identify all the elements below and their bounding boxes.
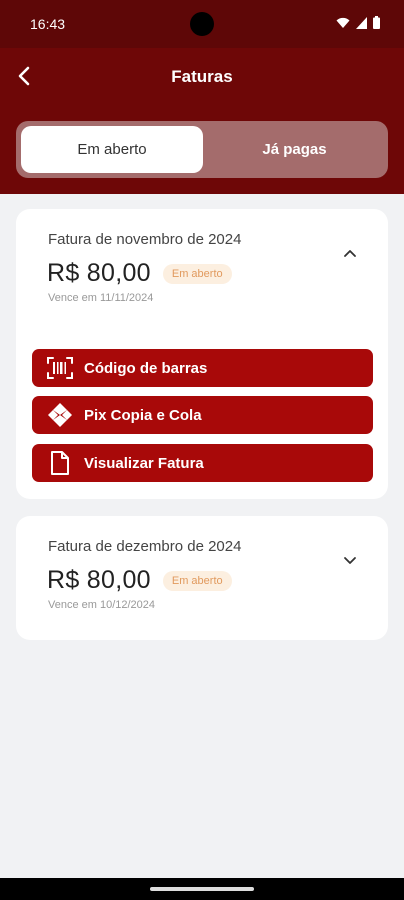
view-invoice-button[interactable]: Visualizar Fatura xyxy=(32,444,373,482)
tab-ja-pagas[interactable]: Já pagas xyxy=(206,126,383,173)
tab-em-aberto[interactable]: Em aberto xyxy=(21,126,203,173)
barcode-button[interactable]: Código de barras xyxy=(32,349,373,387)
camera-cutout xyxy=(190,12,214,36)
pix-button-label: Pix Copia e Cola xyxy=(84,406,202,424)
invoice-card: Fatura de novembro de 2024 R$ 80,00 Em a… xyxy=(16,209,388,499)
amount-row: R$ 80,00 Em aberto xyxy=(47,566,232,595)
status-badge: Em aberto xyxy=(162,263,232,284)
system-nav-bar xyxy=(0,878,404,900)
signal-icon xyxy=(356,16,367,29)
pix-copy-paste-button[interactable]: Pix Copia e Cola xyxy=(32,396,373,434)
barcode-button-label: Código de barras xyxy=(84,359,208,377)
status-badge: Em aberto xyxy=(162,570,232,591)
collapse-button[interactable] xyxy=(342,245,358,261)
invoice-title: Fatura de novembro de 2024 xyxy=(48,231,242,248)
invoice-due-date: Vence em 11/11/2024 xyxy=(48,292,154,304)
expand-button[interactable] xyxy=(342,552,358,568)
amount-row: R$ 80,00 Em aberto xyxy=(47,259,232,288)
barcode-icon xyxy=(46,355,74,381)
invoice-card[interactable]: Fatura de dezembro de 2024 R$ 80,00 Em a… xyxy=(16,516,388,640)
invoice-due-date: Vence em 10/12/2024 xyxy=(48,599,156,611)
status-bar: 16:43 xyxy=(0,0,404,48)
status-icons xyxy=(336,16,380,29)
page-title: Faturas xyxy=(171,67,233,86)
battery-icon xyxy=(373,16,380,29)
invoice-amount: R$ 80,00 xyxy=(47,259,151,287)
invoice-title: Fatura de dezembro de 2024 xyxy=(48,538,242,555)
home-indicator[interactable] xyxy=(150,887,254,891)
status-time: 16:43 xyxy=(30,16,66,32)
header: Faturas Em aberto Já pagas xyxy=(0,48,404,194)
wifi-icon xyxy=(336,17,350,28)
chevron-down-icon xyxy=(344,556,356,564)
tab-switcher: Em aberto Já pagas xyxy=(16,121,388,178)
chevron-up-icon xyxy=(344,249,356,257)
invoice-amount: R$ 80,00 xyxy=(47,566,151,594)
pix-icon xyxy=(46,402,74,428)
view-invoice-label: Visualizar Fatura xyxy=(84,454,204,472)
document-icon xyxy=(46,450,74,476)
